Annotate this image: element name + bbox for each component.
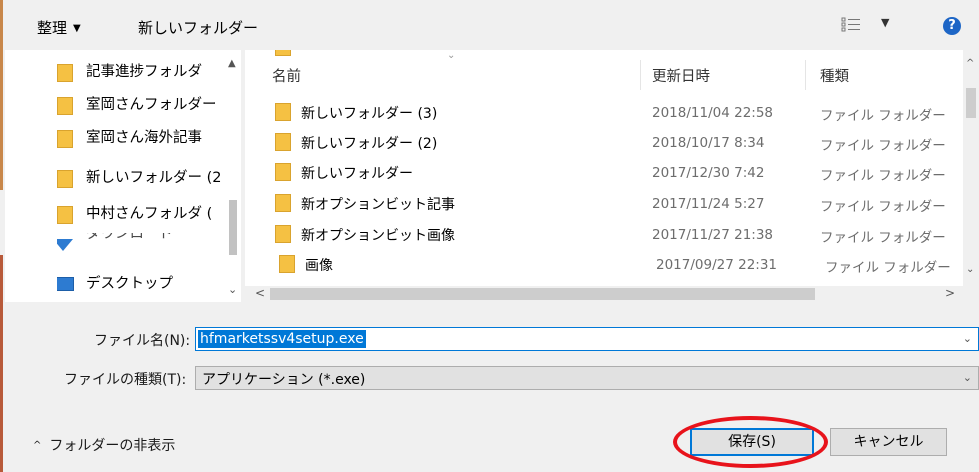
chevron-up-icon: ^	[33, 440, 42, 451]
organize-menu-button[interactable]: 整理 ▼	[37, 17, 81, 38]
file-name: 新オプションビット画像	[301, 228, 455, 244]
nav-item[interactable]: 記事進捗フォルダ	[57, 56, 227, 88]
folder-icon	[275, 194, 291, 212]
nav-item-label: 室岡さん海外記事	[86, 130, 202, 146]
nav-scrollbar[interactable]: ▲ ⌄	[225, 50, 241, 302]
file-list-horizontal-scrollbar[interactable]: < >	[245, 286, 979, 302]
file-type: ファイル フォルダー	[820, 230, 946, 246]
view-options-button[interactable]: ▼	[841, 14, 901, 36]
new-folder-button[interactable]: 新しいフォルダー	[138, 17, 258, 38]
column-header-name[interactable]: 名前	[272, 65, 301, 86]
table-row[interactable]: 新しいフォルダー (2) 2018/10/17 8:34 ファイル フォルダー	[245, 128, 963, 156]
column-divider[interactable]	[640, 60, 641, 90]
nav-item[interactable]: 中村さんフォルダ (	[57, 198, 227, 230]
file-date: 2018/11/04 22:58	[652, 105, 774, 121]
folder-icon	[275, 225, 291, 243]
file-type: ファイル フォルダー	[820, 199, 946, 215]
folder-icon	[279, 255, 295, 273]
table-row[interactable]: 画像 2017/09/27 22:31 ファイル フォルダー	[245, 250, 963, 278]
nav-item-label: 記事進捗フォルダ	[86, 64, 202, 80]
file-date: 2017/09/27 22:31	[656, 257, 778, 273]
horizontal-scrollbar-thumb[interactable]	[270, 288, 815, 300]
folder-icon	[57, 64, 73, 82]
table-row-partial	[245, 50, 963, 62]
file-name: 新しいフォルダー	[301, 166, 413, 182]
column-divider[interactable]	[805, 60, 806, 90]
file-type: ファイル フォルダー	[825, 260, 951, 276]
nav-item-label: 新しいフォルダー (2	[86, 170, 222, 186]
file-date: 2017/12/30 7:42	[652, 165, 765, 181]
column-header-date[interactable]: 更新日時	[652, 65, 710, 86]
chevron-down-icon: ▼	[73, 23, 81, 34]
vertical-scrollbar-thumb[interactable]	[966, 88, 976, 118]
folder-icon	[275, 133, 291, 151]
table-row[interactable]: 新しいフォルダー (3) 2018/11/04 22:58 ファイル フォルダー	[245, 98, 963, 126]
folder-icon	[57, 130, 73, 148]
folder-icon	[275, 103, 291, 121]
nav-item[interactable]: 室岡さんフォルダー	[57, 89, 227, 121]
scroll-right-arrow-icon[interactable]: >	[945, 286, 955, 300]
chevron-down-icon[interactable]: ⌄	[963, 332, 972, 345]
navigation-pane: 記事進捗フォルダ 室岡さんフォルダー 室岡さん海外記事 新しいフォルダー (2 …	[5, 50, 241, 302]
nav-item[interactable]: 室岡さん海外記事	[57, 122, 227, 154]
file-list-vertical-scrollbar[interactable]: ^ ⌄	[963, 50, 979, 286]
file-name: 新オプションビット記事	[301, 197, 455, 213]
scroll-down-arrow-icon[interactable]: ⌄	[228, 283, 237, 296]
file-type: ファイル フォルダー	[820, 108, 946, 124]
filename-value: hfmarketssv4setup.exe	[198, 330, 366, 348]
nav-item-label: 室岡さんフォルダー	[86, 97, 217, 113]
toolbar: 整理 ▼ 新しいフォルダー ▼ ?	[5, 0, 979, 50]
chevron-down-icon: ▼	[881, 16, 890, 29]
folder-icon	[57, 97, 73, 115]
file-date: 2017/11/24 5:27	[652, 196, 765, 212]
desktop-icon	[57, 277, 74, 291]
file-type: ファイル フォルダー	[820, 168, 946, 184]
table-row[interactable]: 新しいフォルダー 2017/12/30 7:42 ファイル フォルダー	[245, 158, 963, 186]
file-date: 2018/10/17 8:34	[652, 135, 765, 151]
folder-icon	[57, 206, 73, 224]
cancel-button[interactable]: キャンセル	[830, 428, 947, 456]
folder-icon	[275, 50, 291, 56]
scroll-down-arrow-icon[interactable]: ⌄	[966, 264, 974, 275]
hide-folders-label: フォルダーの非表示	[49, 438, 176, 454]
folder-icon	[275, 163, 291, 181]
nav-scrollbar-thumb[interactable]	[229, 200, 237, 255]
annotation-circle	[673, 416, 828, 468]
chevron-down-icon: ⌄	[962, 371, 972, 384]
scroll-up-arrow-icon[interactable]: ^	[966, 58, 974, 69]
nav-item-downloads[interactable]: ダウンロード	[57, 233, 227, 253]
download-icon	[57, 239, 73, 251]
scroll-left-arrow-icon[interactable]: <	[255, 286, 265, 300]
file-date: 2017/11/27 21:38	[652, 227, 774, 243]
filetype-value: アプリケーション (*.exe)	[202, 372, 366, 388]
filename-label: ファイル名(N):	[94, 333, 191, 349]
nav-item-label: 中村さんフォルダ (	[86, 206, 213, 222]
file-name: 画像	[305, 258, 333, 274]
details-view-icon	[841, 17, 860, 32]
table-row[interactable]: 新オプションビット画像 2017/11/27 21:38 ファイル フォルダー	[245, 220, 963, 248]
filetype-select[interactable]: アプリケーション (*.exe) ⌄	[195, 366, 979, 390]
hide-folders-toggle[interactable]: ^ フォルダーの非表示	[33, 435, 175, 455]
scroll-up-arrow-icon[interactable]: ▲	[228, 58, 236, 69]
nav-item[interactable]: 新しいフォルダー (2	[57, 162, 227, 194]
table-row[interactable]: 新オプションビット記事 2017/11/24 5:27 ファイル フォルダー	[245, 189, 963, 217]
file-name: 新しいフォルダー (3)	[301, 106, 438, 122]
help-button[interactable]: ?	[943, 17, 961, 35]
filetype-label: ファイルの種類(T):	[64, 372, 187, 388]
filename-input[interactable]: hfmarketssv4setup.exe ⌄	[195, 327, 979, 351]
column-header-type[interactable]: 種類	[820, 65, 849, 86]
nav-item-label: デスクトップ	[86, 276, 173, 292]
organize-label: 整理	[37, 19, 68, 37]
file-type: ファイル フォルダー	[820, 138, 946, 154]
folder-icon	[57, 170, 73, 188]
nav-item-label: ダウンロード	[86, 233, 173, 242]
file-list: ⌄ 名前 更新日時 種類 新しいフォルダー (3) 2018/11/04 22:…	[245, 50, 979, 302]
nav-item-desktop[interactable]: デスクトップ	[57, 268, 227, 300]
file-name: 新しいフォルダー (2)	[301, 136, 438, 152]
